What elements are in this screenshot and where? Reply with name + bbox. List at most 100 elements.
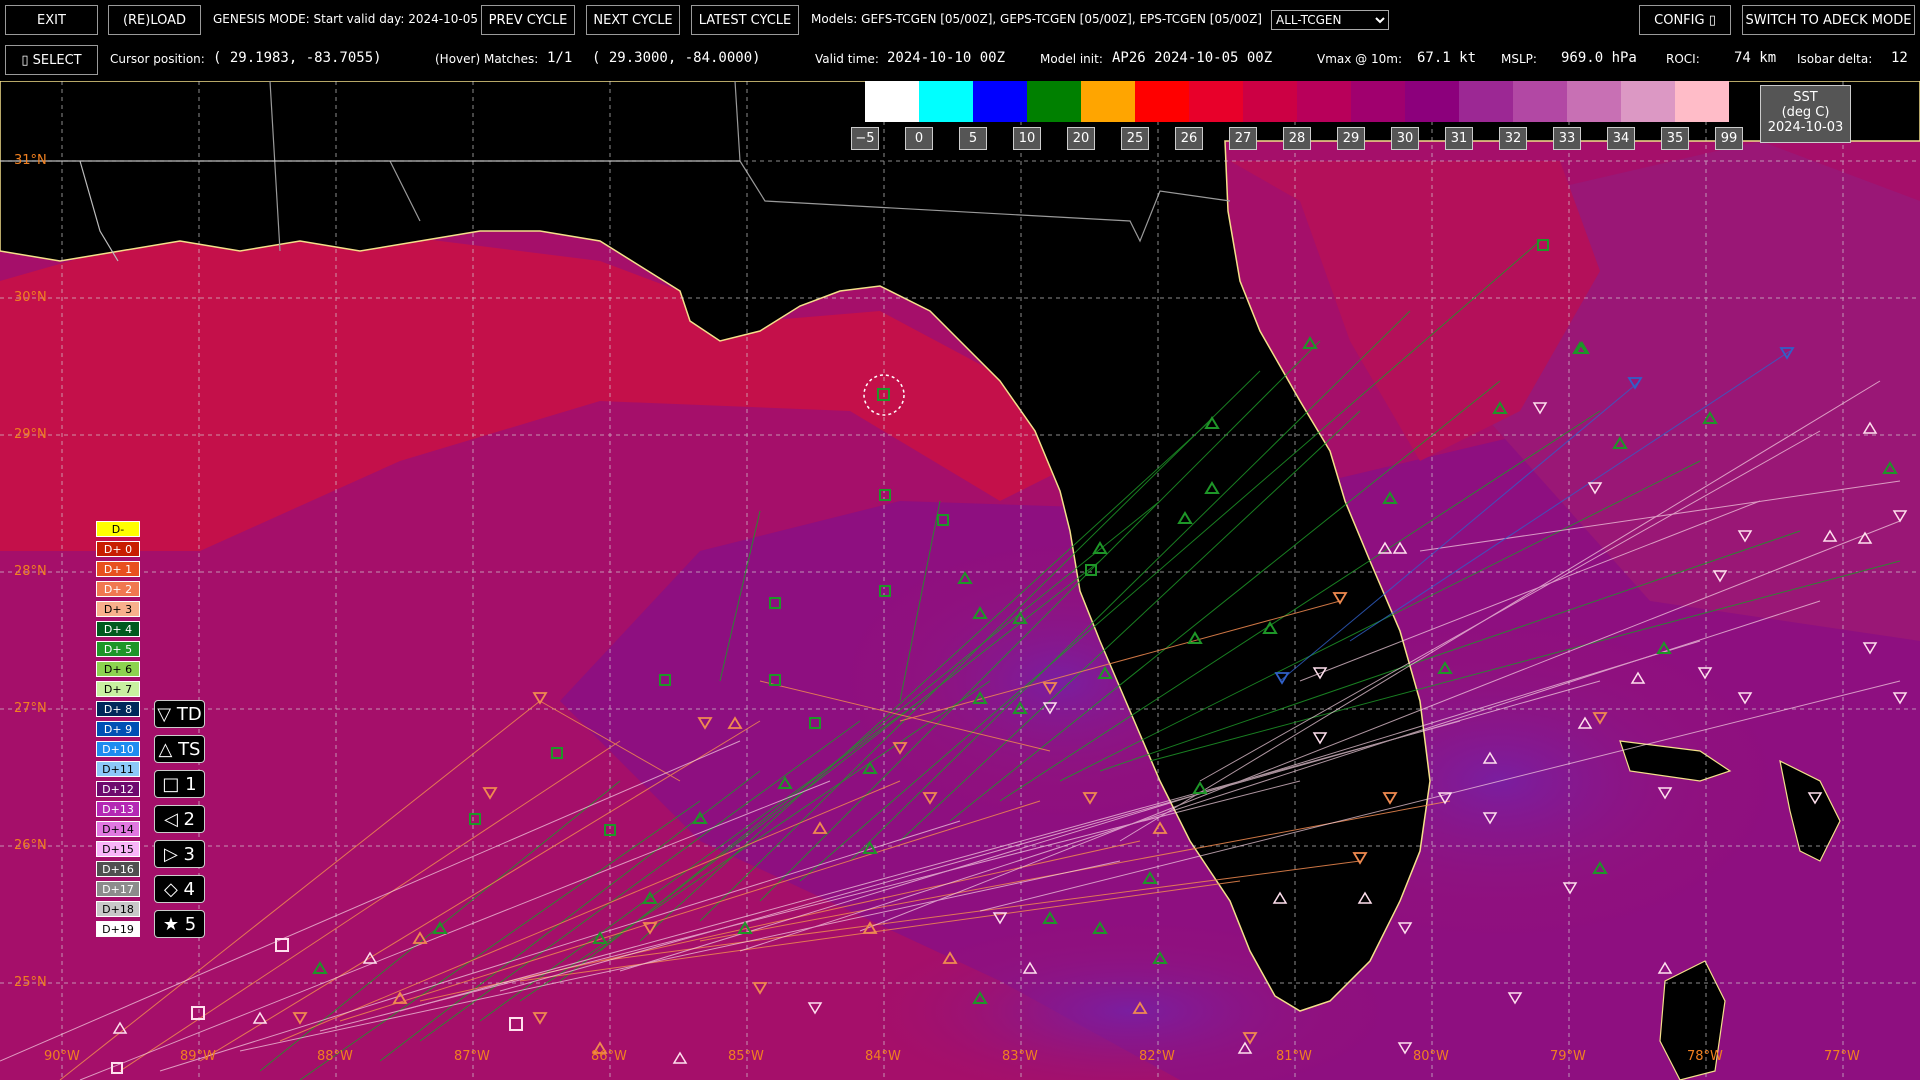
sst-colorbar-tick: 10 [1013, 127, 1041, 150]
sst-colorbar-tick: 32 [1499, 127, 1527, 150]
roci-value: 74 km [1734, 50, 1777, 66]
lat-label: 28°N [14, 564, 47, 579]
sst-title-line3: 2024-10-03 [1767, 120, 1844, 135]
legend-day-chip: D+18 [96, 901, 140, 917]
isobar-delta-value: 12 [1891, 50, 1908, 66]
model-select[interactable]: ALL-TCGEN [1271, 10, 1389, 30]
lon-label: 88°W [317, 1049, 353, 1064]
select-button[interactable]: ▯ SELECT [5, 45, 98, 75]
next-cycle-button[interactable]: NEXT CYCLE [586, 5, 680, 35]
sst-colorbar-tick: 25 [1121, 127, 1149, 150]
sst-colorbar-tick: 20 [1067, 127, 1095, 150]
hover-matches-label: (Hover) Matches: [435, 52, 539, 66]
sst-colorbar-swatch [1189, 81, 1243, 122]
sst-colorbar-tick: 29 [1337, 127, 1365, 150]
model-init-label: Model init: [1040, 52, 1103, 66]
sst-colorbar-tick: −5 [851, 127, 879, 150]
mslp-value: 969.0 hPa [1561, 50, 1637, 66]
lat-label: 30°N [14, 290, 47, 305]
sst-colorbar-swatch [1405, 81, 1459, 122]
legend-ts-marker: △ TS [154, 735, 205, 763]
legend-day-chip: D+ 1 [96, 561, 140, 577]
latest-cycle-button[interactable]: LATEST CYCLE [691, 5, 799, 35]
vmax-label: Vmax @ 10m: [1317, 52, 1402, 66]
legend-day-chip: D+ 2 [96, 581, 140, 597]
legend-day-chip: D+15 [96, 841, 140, 857]
mslp-label: MSLP: [1501, 52, 1537, 66]
lon-label: 90°W [44, 1049, 80, 1064]
sst-colorbar-swatch [1459, 81, 1513, 122]
legend-cat5-marker: ★ 5 [154, 910, 205, 938]
sst-colorbar-tick: 33 [1553, 127, 1581, 150]
sst-colorbar-swatch [1567, 81, 1621, 122]
sst-colorbar-tick: 35 [1661, 127, 1689, 150]
map-canvas[interactable] [0, 81, 1920, 1080]
sst-colorbar-swatch [1351, 81, 1405, 122]
valid-time-value: 2024-10-10 00Z [887, 50, 1006, 66]
legend-day-chip: D+ 0 [96, 541, 140, 557]
sst-colorbar-tick: 0 [905, 127, 933, 150]
sst-colorbar-swatch [919, 81, 973, 122]
valid-time-label: Valid time: [815, 52, 879, 66]
sst-colorbar-swatch [1297, 81, 1351, 122]
legend-day-chip: D+11 [96, 761, 140, 777]
sst-colorbar-swatch [973, 81, 1027, 122]
legend-cat3-marker: ▷ 3 [154, 840, 205, 868]
lon-label: 80°W [1413, 1049, 1449, 1064]
sst-colorbar-swatch [865, 81, 919, 122]
lon-label: 79°W [1550, 1049, 1586, 1064]
lon-label: 78°W [1687, 1049, 1723, 1064]
legend-day-chip: D- [96, 521, 140, 537]
sst-colorbar-swatch [1081, 81, 1135, 122]
lon-label: 84°W [865, 1049, 901, 1064]
legend-day-chip: D+ 8 [96, 701, 140, 717]
lon-label: 81°W [1276, 1049, 1312, 1064]
lat-label: 27°N [14, 701, 47, 716]
prev-cycle-button[interactable]: PREV CYCLE [481, 5, 575, 35]
sst-colorbar-title: SST (deg C) 2024-10-03 [1760, 85, 1851, 143]
sst-colorbar-tick: 27 [1229, 127, 1257, 150]
legend-cat2-marker: ◁ 2 [154, 805, 205, 833]
sst-colorbar-swatch [1675, 81, 1729, 122]
sst-colorbar-swatch [1243, 81, 1297, 122]
config-button[interactable]: CONFIG ▯ [1639, 5, 1731, 35]
sst-title-line1: SST [1793, 90, 1818, 105]
switch-adeck-button[interactable]: SWITCH TO ADECK MODE [1742, 5, 1915, 35]
models-text: Models: GEFS-TCGEN [05/00Z], GEPS-TCGEN … [811, 12, 1262, 26]
sst-colorbar-tick: 5 [959, 127, 987, 150]
reload-button[interactable]: (RE)LOAD [108, 5, 201, 35]
lon-label: 85°W [728, 1049, 764, 1064]
isobar-delta-label: Isobar delta: [1797, 52, 1873, 66]
lon-label: 87°W [454, 1049, 490, 1064]
sst-colorbar-tick: 34 [1607, 127, 1635, 150]
sst-colorbar-swatch [1621, 81, 1675, 122]
vmax-value: 67.1 kt [1417, 50, 1477, 66]
legend-day-chip: D+ 3 [96, 601, 140, 617]
sst-colorbar-swatch [1027, 81, 1081, 122]
sst-colorbar-tick: 28 [1283, 127, 1311, 150]
legend-td-marker: ▽ TD [154, 700, 205, 728]
legend-day-chip: D+19 [96, 921, 140, 937]
legend-day-chip: D+16 [96, 861, 140, 877]
legend-cat1-marker: □ 1 [154, 770, 205, 798]
legend-day-chip: D+13 [96, 801, 140, 817]
lon-label: 89°W [180, 1049, 216, 1064]
legend-day-chip: D+ 5 [96, 641, 140, 657]
lon-label: 86°W [591, 1049, 627, 1064]
sst-colorbar-tick: 30 [1391, 127, 1419, 150]
legend-day-chip: D+14 [96, 821, 140, 837]
model-init-value: AP26 2024-10-05 00Z [1112, 50, 1273, 66]
legend-day-chip: D+ 4 [96, 621, 140, 637]
sst-colorbar-swatch [1135, 81, 1189, 122]
hover-matches-count: 1/1 [547, 50, 573, 66]
exit-button[interactable]: EXIT [5, 5, 98, 35]
legend-day-chip: D+17 [96, 881, 140, 897]
lon-label: 83°W [1002, 1049, 1038, 1064]
legend-cat4-marker: ◇ 4 [154, 875, 205, 903]
sst-colorbar-tick: 99 [1715, 127, 1743, 150]
sst-colorbar-tick: 31 [1445, 127, 1473, 150]
lon-label: 77°W [1824, 1049, 1860, 1064]
legend-day-chip: D+10 [96, 741, 140, 757]
sst-colorbar-swatch [1513, 81, 1567, 122]
hover-position-value: ( 29.3000, -84.0000) [592, 50, 761, 66]
